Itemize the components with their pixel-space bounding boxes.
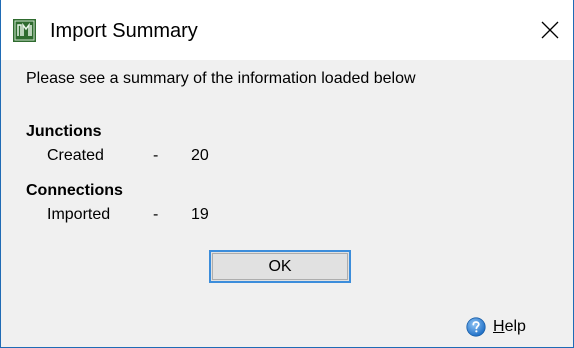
junctions-created-label: Created xyxy=(47,147,104,164)
intro-text: Please see a summary of the information … xyxy=(26,70,416,87)
close-button[interactable] xyxy=(527,0,573,60)
app-logo-icon xyxy=(13,19,36,42)
dialog-body: Please see a summary of the information … xyxy=(1,60,573,347)
help-link[interactable]: Help xyxy=(466,316,526,338)
title-bar: Import Summary xyxy=(1,0,573,60)
connections-imported-label: Imported xyxy=(47,206,111,223)
window-title: Import Summary xyxy=(50,20,198,42)
connections-imported-value: 19 xyxy=(191,206,209,223)
junctions-created-value: 20 xyxy=(191,147,209,164)
connections-separator: - xyxy=(153,206,159,223)
ok-button[interactable]: OK xyxy=(209,250,351,283)
junctions-separator: - xyxy=(153,147,159,164)
connections-heading: Connections xyxy=(26,182,123,199)
close-icon xyxy=(541,21,559,39)
junctions-heading: Junctions xyxy=(26,123,102,140)
import-summary-dialog: Import Summary Please see a summary of t… xyxy=(0,0,574,348)
help-icon xyxy=(466,317,486,337)
ok-button-label: OK xyxy=(268,257,292,275)
help-label: Help xyxy=(493,318,526,335)
